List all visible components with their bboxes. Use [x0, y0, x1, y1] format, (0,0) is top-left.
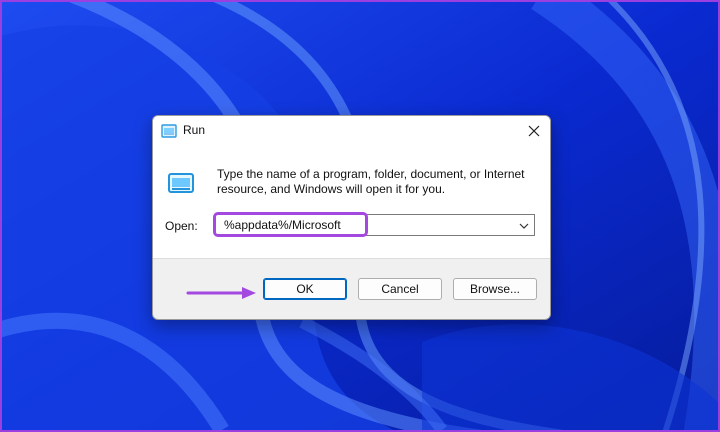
run-icon	[168, 173, 194, 193]
close-button[interactable]	[522, 119, 546, 143]
run-icon	[161, 124, 177, 138]
dialog-title: Run	[183, 123, 206, 137]
close-icon	[528, 125, 540, 137]
open-combobox[interactable]: %appdata%/Microsoft	[215, 214, 535, 236]
title-bar[interactable]: Run	[153, 116, 550, 146]
open-label: Open:	[165, 219, 198, 233]
arrow-right-icon	[186, 287, 256, 299]
open-input[interactable]: %appdata%/Microsoft	[224, 218, 341, 232]
footer-separator	[153, 258, 550, 259]
browse-button[interactable]: Browse...	[453, 278, 537, 300]
dialog-body: Type the name of a program, folder, docu…	[153, 146, 550, 258]
chevron-down-icon[interactable]	[518, 220, 530, 232]
instruction-text: Type the name of a program, folder, docu…	[217, 167, 525, 196]
cancel-button[interactable]: Cancel	[358, 278, 442, 300]
ok-button[interactable]: OK	[263, 278, 347, 300]
